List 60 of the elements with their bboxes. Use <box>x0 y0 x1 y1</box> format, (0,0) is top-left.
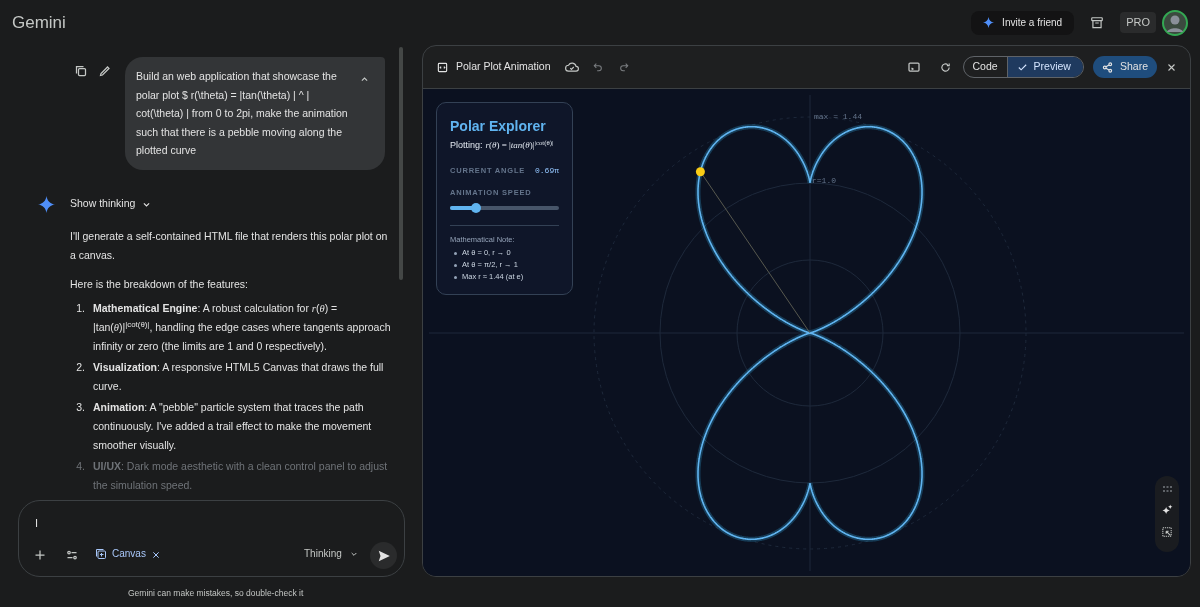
list-number: 3. <box>75 399 85 415</box>
app-title: Gemini <box>12 11 66 34</box>
mode-selector[interactable]: Thinking <box>304 546 358 561</box>
edit-icon[interactable] <box>99 65 111 77</box>
avatar[interactable] <box>1162 9 1188 36</box>
list-number: 2. <box>75 359 85 375</box>
list-item-text: Mathematical Engine: A robust calculation for r(θ) = |tan(θ)|$^{|cot(θ)|}$, handling the edge cases where tangents approach infinity or zero (the limits are 1 and 0 respectively). <box>93 300 392 354</box>
view-tab[interactable]: Code <box>963 57 1007 77</box>
share-button[interactable]: Share <box>1092 56 1157 78</box>
message-input[interactable]: I <box>35 515 39 532</box>
undo-icon[interactable] <box>592 62 603 72</box>
speed-slider[interactable] <box>450 202 559 213</box>
console-icon[interactable] <box>907 62 920 72</box>
sparkle-icon[interactable] <box>1161 504 1173 515</box>
response-paragraph: Here is the breakdown of the features: <box>70 276 250 292</box>
cloud-icon[interactable] <box>564 61 579 73</box>
send-icon <box>376 548 391 563</box>
code-file-icon <box>437 61 448 73</box>
gemini-sparkle-icon <box>38 195 55 213</box>
archive-icon[interactable] <box>1090 15 1105 30</box>
pebble <box>695 167 705 177</box>
bullet-icon <box>454 276 457 279</box>
formula: r(θ) = |tan(θ)|$^{|cot(θ)|}$ <box>485 139 554 152</box>
axis-label: r=1.0 <box>812 175 836 187</box>
canvas-icon <box>95 547 107 560</box>
grid-icon[interactable] <box>1162 486 1172 492</box>
send-button[interactable] <box>370 542 397 569</box>
list-item-text: Visualization: A responsive HTML5 Canvas that draws the full curve. <box>93 359 385 394</box>
close-icon[interactable] <box>1167 62 1176 72</box>
list-number: 1. <box>75 300 85 316</box>
canvas-title: Polar Plot Animation <box>456 59 551 75</box>
list-number: 4. <box>75 458 85 474</box>
angle-value: 0.69π <box>535 164 559 177</box>
canvas-chip[interactable]: Canvas <box>95 546 146 561</box>
sparkle-icon <box>983 17 995 28</box>
share-icon <box>1101 61 1113 73</box>
axis-label: max = 1.44 <box>814 111 862 123</box>
list-item-text: UI/UX: Dark mode aesthetic with a clean control panel to adjust the simulation speed. <box>93 458 389 493</box>
redo-icon[interactable] <box>618 62 629 72</box>
close-icon[interactable] <box>152 551 160 559</box>
collapse-caret-icon[interactable] <box>360 75 369 84</box>
select-icon[interactable] <box>1162 527 1172 537</box>
view-tab[interactable]: Preview <box>1006 57 1083 77</box>
disclaimer-text: Gemini can make mistakes, so double-check it <box>128 587 304 600</box>
bullet-icon <box>454 264 457 267</box>
plotting-label: Plotting: <box>450 139 483 152</box>
check-icon <box>1016 61 1028 73</box>
refresh-icon[interactable] <box>939 61 951 73</box>
scrollbar-thumb[interactable] <box>399 47 403 280</box>
plan-badge[interactable]: PRO <box>1120 12 1156 33</box>
copy-icon[interactable] <box>75 65 87 77</box>
response-paragraph: I'll generate a self-contained HTML file that renders this polar plot on a canvas. <box>70 228 389 263</box>
bullet-icon <box>454 252 457 255</box>
show-thinking-toggle[interactable]: Show thinking <box>70 196 152 212</box>
tools-icon[interactable] <box>66 549 78 561</box>
invite-button[interactable]: Invite a friend <box>971 10 1075 35</box>
panel-heading: Polar Explorer <box>450 117 547 135</box>
user-message: Build an web application that showcase the polar plot $ r(\theta) = |tan(\theta) | ^ | cot(\theta) | from 0 to 2pi, make the animation such that there is a pebble moving along the plotted curve <box>136 69 349 158</box>
add-icon[interactable] <box>34 549 46 561</box>
list-item-text: Animation: A "pebble" particle system that traces the path continuously. I've added a trail effect to make the movement smoother visually. <box>93 399 373 453</box>
